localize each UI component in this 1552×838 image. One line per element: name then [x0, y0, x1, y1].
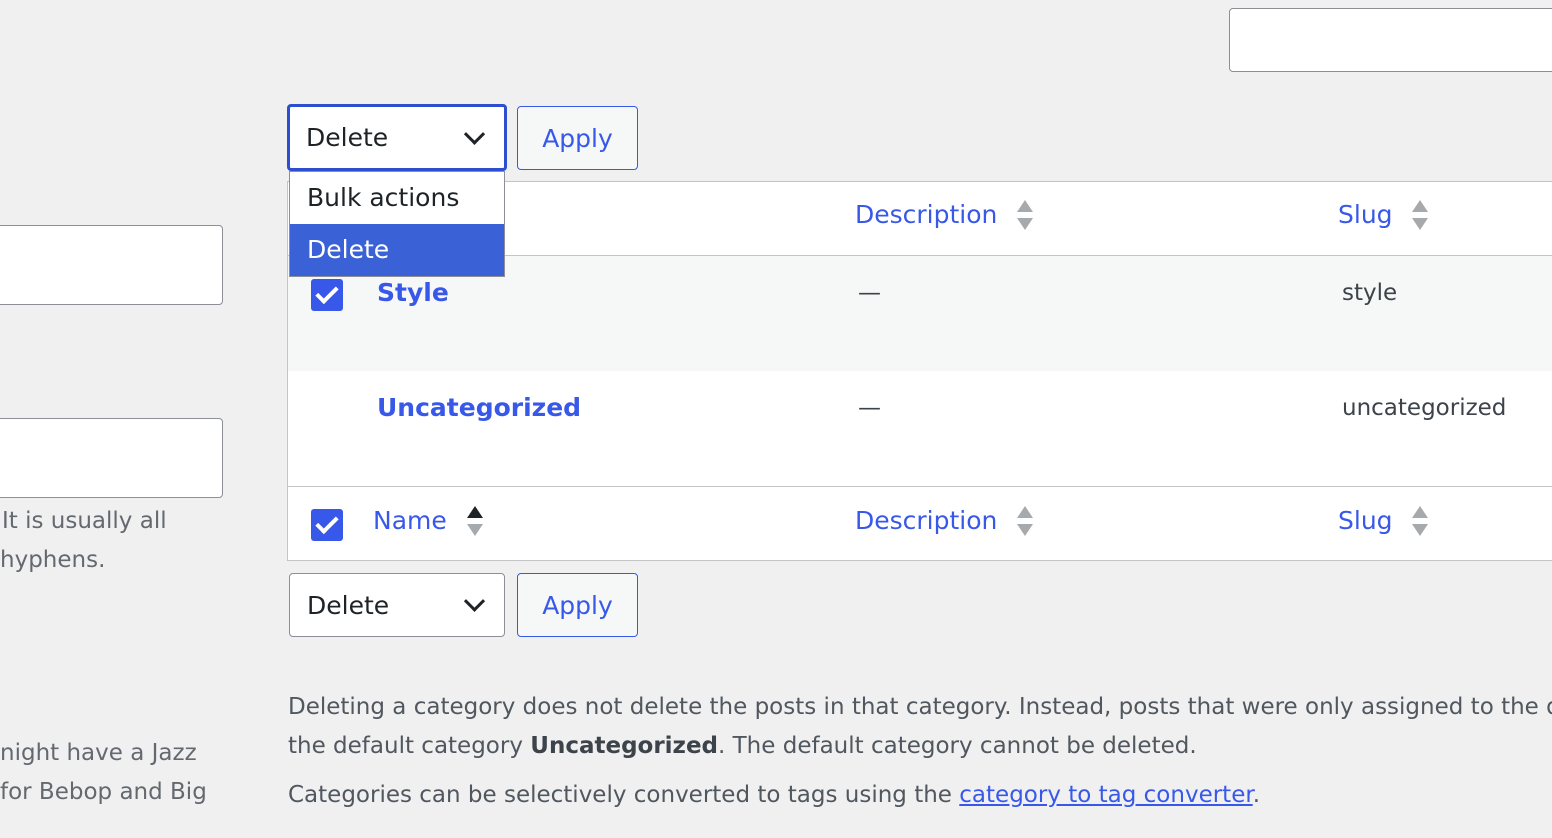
name-field[interactable]: [0, 225, 223, 305]
sort-icon: [1412, 200, 1430, 232]
row-name-link[interactable]: Style: [377, 278, 449, 307]
column-description[interactable]: Description: [855, 200, 1035, 232]
bulk-actions-select-bottom[interactable]: Delete: [289, 573, 505, 637]
category-to-tag-converter-link[interactable]: category to tag converter: [959, 782, 1252, 808]
converter-note-prefix: Categories can be selectively converted …: [288, 782, 960, 808]
row-description: —: [858, 395, 881, 421]
delete-note-line2: the default category Uncategorized. The …: [288, 733, 1197, 759]
sort-icon: [1412, 506, 1430, 538]
parent-help-line1: night have a Jazz: [0, 740, 197, 766]
chevron-down-icon: [463, 590, 486, 612]
apply-button-top[interactable]: Apply: [517, 106, 638, 170]
delete-note-line1: Deleting a category does not delete the …: [288, 694, 1552, 720]
sort-icon: [1017, 506, 1035, 538]
sort-icon: [1017, 200, 1035, 232]
bulk-actions-dropdown: Bulk actions Delete: [289, 171, 505, 277]
row-slug: style: [1342, 280, 1398, 306]
slug-field[interactable]: [0, 418, 223, 498]
option-delete[interactable]: Delete: [290, 224, 504, 276]
converter-note: Categories can be selectively converted …: [288, 782, 1260, 808]
bulk-actions-selected-top: Delete: [306, 123, 389, 152]
column-name-label: Name: [373, 506, 447, 535]
row-slug: uncategorized: [1342, 395, 1507, 421]
column-name[interactable]: Name: [373, 506, 485, 538]
delete-note-line2-prefix: the default category: [288, 733, 531, 759]
default-category-name: Uncategorized: [530, 733, 719, 759]
column-slug[interactable]: Slug: [1338, 506, 1430, 538]
sort-icon: [466, 506, 485, 538]
row-description: —: [858, 280, 881, 306]
converter-note-suffix: .: [1252, 782, 1261, 808]
table-row: Uncategorized — uncategorized: [288, 371, 1552, 487]
slug-help-line1: It is usually all: [2, 508, 167, 534]
row-name-link[interactable]: Uncategorized: [377, 393, 581, 422]
select-all-checkbox[interactable]: [311, 509, 343, 541]
delete-note-line2-suffix: . The default category cannot be deleted…: [718, 733, 1197, 759]
option-bulk-actions[interactable]: Bulk actions: [290, 172, 504, 224]
slug-help-line2: hyphens.: [0, 547, 106, 573]
column-slug-label: Slug: [1338, 506, 1393, 535]
row-checkbox[interactable]: [311, 279, 343, 311]
column-slug[interactable]: Slug: [1338, 200, 1430, 232]
column-description-label: Description: [855, 506, 998, 535]
column-slug-label: Slug: [1338, 200, 1393, 229]
bulk-actions-selected-bottom: Delete: [307, 590, 390, 620]
parent-help-line2: for Bebop and Big: [0, 779, 207, 805]
search-input[interactable]: [1229, 8, 1552, 72]
table-footer: Name Description Slug: [288, 488, 1552, 561]
column-description[interactable]: Description: [855, 506, 1035, 538]
chevron-down-icon: [463, 123, 486, 145]
bulk-actions-select-top[interactable]: Delete: [287, 104, 507, 171]
apply-button-bottom[interactable]: Apply: [517, 573, 638, 637]
column-description-label: Description: [855, 200, 998, 229]
